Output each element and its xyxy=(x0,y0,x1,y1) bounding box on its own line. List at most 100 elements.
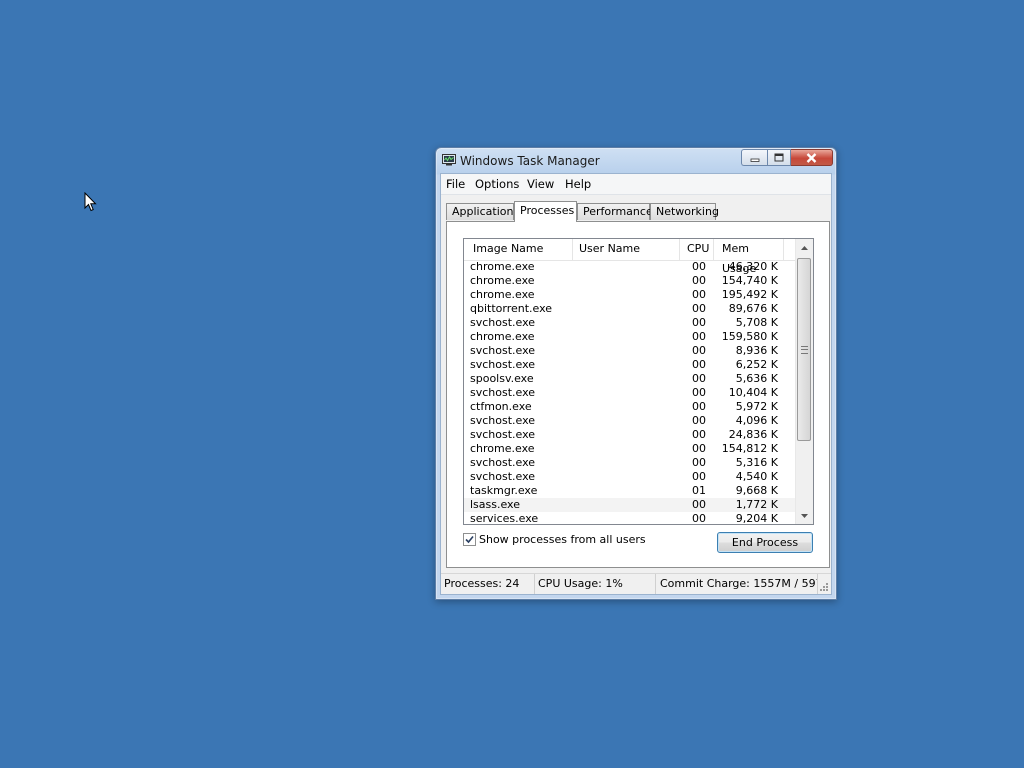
menu-options[interactable]: Options xyxy=(475,177,519,191)
process-mem-usage: 89,676 K xyxy=(728,302,778,315)
table-row[interactable]: svchost.exe 00 6,252 K xyxy=(464,358,796,372)
process-mem-usage: 8,936 K xyxy=(735,344,778,357)
maximize-button[interactable] xyxy=(767,149,791,166)
scroll-up-button[interactable] xyxy=(796,239,813,256)
table-row[interactable]: svchost.exe 00 4,540 K xyxy=(464,470,796,484)
process-mem-usage: 5,708 K xyxy=(735,316,778,329)
table-row[interactable]: svchost.exe 00 24,836 K xyxy=(464,428,796,442)
resize-grip-icon[interactable] xyxy=(819,582,829,592)
process-cpu: 00 xyxy=(692,386,706,399)
process-cpu: 00 xyxy=(692,260,706,273)
process-mem-usage: 1,772 K xyxy=(735,498,778,511)
vertical-scrollbar[interactable] xyxy=(795,239,813,524)
menu-help[interactable]: Help xyxy=(565,177,591,191)
process-mem-usage: 5,316 K xyxy=(735,456,778,469)
status-cpu-usage: CPU Usage: 1% xyxy=(535,574,656,594)
process-mem-usage: 195,492 K xyxy=(721,288,778,301)
show-all-users-label[interactable]: Show processes from all users xyxy=(479,533,646,546)
table-row[interactable]: chrome.exe 00 154,812 K xyxy=(464,442,796,456)
process-mem-usage: 10,404 K xyxy=(728,386,778,399)
process-name: services.exe xyxy=(470,512,539,525)
process-name: qbittorrent.exe xyxy=(470,302,553,315)
process-name: svchost.exe xyxy=(470,358,536,371)
process-name: spoolsv.exe xyxy=(470,372,534,385)
maximize-icon xyxy=(774,153,784,162)
process-cpu: 00 xyxy=(692,456,706,469)
table-row[interactable]: services.exe 00 9,204 K xyxy=(464,512,796,525)
process-mem-usage: 159,580 K xyxy=(721,330,778,343)
arrow-cursor-icon xyxy=(84,192,97,212)
process-cpu: 00 xyxy=(692,330,706,343)
table-row[interactable]: chrome.exe 00 154,740 K xyxy=(464,274,796,288)
task-manager-icon xyxy=(442,154,456,166)
process-name: svchost.exe xyxy=(470,344,536,357)
process-name: svchost.exe xyxy=(470,386,536,399)
menu-file[interactable]: File xyxy=(446,177,465,191)
process-cpu: 00 xyxy=(692,358,706,371)
tab-applications[interactable]: Applications xyxy=(446,203,519,220)
status-commit-charge: Commit Charge: 1557M / 5973M xyxy=(656,574,818,594)
tab-networking[interactable]: Networking xyxy=(650,203,719,220)
process-list[interactable]: Image Name User Name CPU Mem Usage chrom… xyxy=(463,238,814,525)
scroll-thumb[interactable] xyxy=(797,258,811,441)
client-area: File Options View Help Applications Proc… xyxy=(440,173,832,595)
process-cpu: 00 xyxy=(692,302,706,315)
process-mem-usage: 4,096 K xyxy=(735,414,778,427)
process-name: chrome.exe xyxy=(470,274,535,287)
table-row[interactable]: ctfmon.exe 00 5,972 K xyxy=(464,400,796,414)
process-mem-usage: 5,636 K xyxy=(735,372,778,385)
table-row[interactable]: chrome.exe 00 159,580 K xyxy=(464,330,796,344)
close-button[interactable] xyxy=(791,149,833,166)
title-bar[interactable]: Windows Task Manager xyxy=(436,148,836,174)
table-row[interactable]: lsass.exe 00 1,772 K xyxy=(464,498,796,512)
checkmark-icon xyxy=(465,535,474,544)
table-row[interactable]: svchost.exe 00 10,404 K xyxy=(464,386,796,400)
process-cpu: 00 xyxy=(692,400,706,413)
process-rows: chrome.exe 00 46,320 K chrome.exe 00 154,740 … xyxy=(464,260,796,525)
process-cpu: 00 xyxy=(692,512,706,525)
process-name: lsass.exe xyxy=(470,498,520,511)
table-row[interactable]: svchost.exe 00 4,096 K xyxy=(464,414,796,428)
end-process-button[interactable]: End Process xyxy=(717,532,813,553)
minimize-button[interactable] xyxy=(741,149,767,166)
process-cpu: 00 xyxy=(692,470,706,483)
table-row[interactable]: chrome.exe 00 195,492 K xyxy=(464,288,796,302)
process-name: svchost.exe xyxy=(470,414,536,427)
process-mem-usage: 6,252 K xyxy=(735,358,778,371)
process-name: chrome.exe xyxy=(470,442,535,455)
scroll-down-button[interactable] xyxy=(796,507,813,524)
process-mem-usage: 154,740 K xyxy=(721,274,778,287)
process-cpu: 00 xyxy=(692,442,706,455)
table-row[interactable]: svchost.exe 00 8,936 K xyxy=(464,344,796,358)
process-cpu: 00 xyxy=(692,316,706,329)
table-row[interactable]: svchost.exe 00 5,708 K xyxy=(464,316,796,330)
process-cpu: 00 xyxy=(692,372,706,385)
table-row[interactable]: spoolsv.exe 00 5,636 K xyxy=(464,372,796,386)
process-name: ctfmon.exe xyxy=(470,400,532,413)
column-cpu[interactable]: CPU xyxy=(680,239,714,260)
column-mem-usage[interactable]: Mem Usage xyxy=(714,239,784,275)
column-user-name[interactable]: User Name xyxy=(573,239,680,260)
column-image-name[interactable]: Image Name xyxy=(464,239,573,260)
tab-processes[interactable]: Processes xyxy=(514,201,577,222)
tab-performance[interactable]: Performance xyxy=(577,203,653,220)
table-row[interactable]: taskmgr.exe 01 9,668 K xyxy=(464,484,796,498)
process-mem-usage: 5,972 K xyxy=(735,400,778,413)
list-header: Image Name User Name CPU Mem Usage xyxy=(464,239,796,275)
process-cpu: 00 xyxy=(692,344,706,357)
process-mem-usage: 4,540 K xyxy=(735,470,778,483)
process-name: chrome.exe xyxy=(470,330,535,343)
process-name: taskmgr.exe xyxy=(470,484,538,497)
process-name: svchost.exe xyxy=(470,470,536,483)
table-row[interactable]: chrome.exe 00 46,320 K xyxy=(464,260,796,274)
process-mem-usage: 9,668 K xyxy=(735,484,778,497)
show-all-users-checkbox[interactable] xyxy=(463,533,476,546)
process-cpu: 01 xyxy=(692,484,706,497)
process-name: svchost.exe xyxy=(470,316,536,329)
close-icon xyxy=(806,152,817,163)
table-row[interactable]: svchost.exe 00 5,316 K xyxy=(464,456,796,470)
processes-panel: Image Name User Name CPU Mem Usage chrom… xyxy=(446,221,830,568)
minimize-icon xyxy=(750,158,759,162)
table-row[interactable]: qbittorrent.exe 00 89,676 K xyxy=(464,302,796,316)
menu-view[interactable]: View xyxy=(527,177,554,191)
